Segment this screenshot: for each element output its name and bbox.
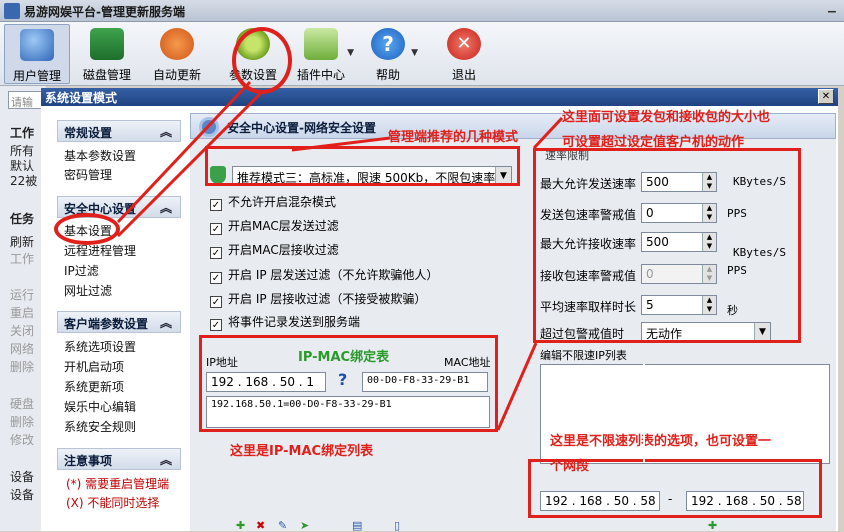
annotation-line bbox=[532, 116, 564, 150]
annotation-line bbox=[116, 80, 252, 224]
annotation-lines bbox=[116, 80, 645, 462]
annotation-line bbox=[116, 90, 264, 238]
annotation-line bbox=[291, 136, 391, 152]
annotation-line bbox=[496, 342, 538, 431]
